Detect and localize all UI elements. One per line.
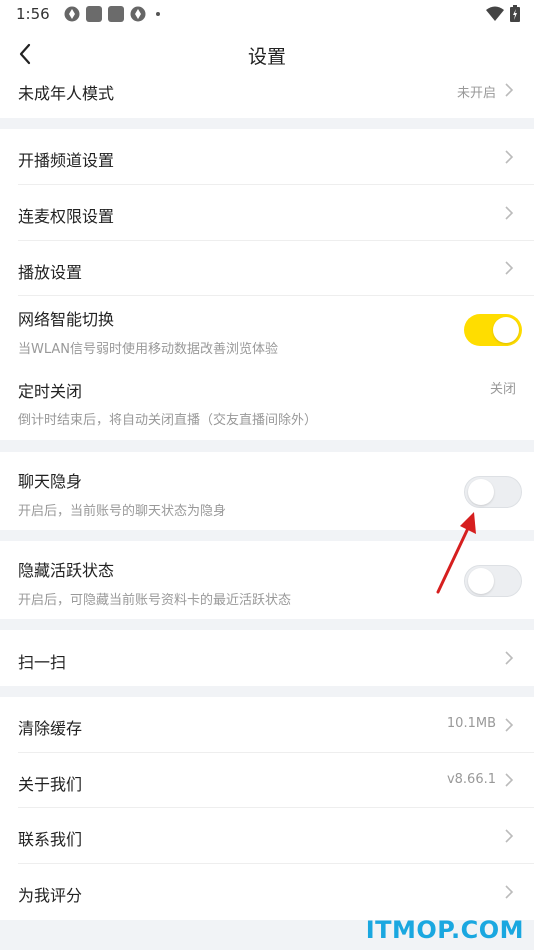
setting-label: 开播频道设置	[18, 151, 115, 170]
cache-size-value: 10.1MB	[446, 716, 496, 731]
setting-rate[interactable]: 为我评分	[0, 864, 534, 920]
setting-label: 隐藏活跃状态	[18, 561, 115, 580]
chevron-right-icon	[505, 206, 514, 220]
setting-channel[interactable]: 开播频道设置	[0, 129, 534, 185]
chevron-right-icon	[505, 718, 514, 732]
setting-playback[interactable]: 播放设置	[0, 241, 534, 296]
setting-label: 网络智能切换	[18, 310, 115, 329]
network-switch-toggle[interactable]	[464, 314, 522, 346]
chevron-right-icon	[505, 829, 514, 843]
setting-value: 未开启	[456, 86, 496, 101]
setting-network-switch: 网络智能切换 当WLAN信号弱时使用移动数据改善浏览体验	[0, 296, 534, 366]
chevron-right-icon	[505, 83, 514, 97]
top-bar: 设置	[0, 28, 534, 80]
chevron-right-icon	[505, 261, 514, 275]
version-value: v8.66.1	[446, 772, 496, 787]
toggle-knob	[468, 479, 494, 505]
setting-description: 开启后，当前账号的聊天状态为隐身	[18, 504, 227, 519]
setting-label: 清除缓存	[18, 719, 83, 738]
battery-icon	[510, 5, 520, 22]
annotation-arrow-icon	[436, 512, 476, 594]
app-notification-icon	[85, 6, 102, 22]
setting-description: 开启后，可隐藏当前账号资料卡的最近活跃状态	[18, 593, 292, 608]
setting-label: 连麦权限设置	[18, 207, 115, 226]
app-notification-icon	[107, 6, 124, 22]
watermark-logo: ITMOP.COM	[365, 916, 524, 944]
setting-timer-off[interactable]: 定时关闭 关闭 倒计时结束后，将自动关闭直播（交友直播间除外）	[0, 366, 534, 440]
status-bar: 1:56	[0, 0, 534, 28]
setting-label: 定时关闭	[18, 382, 83, 401]
setting-label: 未成年人模式	[18, 84, 115, 103]
setting-contact[interactable]: 联系我们	[0, 808, 534, 864]
setting-scan[interactable]: 扫一扫	[0, 630, 534, 686]
page-title: 设置	[247, 46, 286, 68]
chevron-right-icon	[505, 150, 514, 164]
setting-label: 联系我们	[18, 830, 83, 849]
status-time: 1:56	[16, 5, 50, 23]
more-notifications-icon	[155, 12, 160, 16]
wifi-icon	[486, 6, 504, 21]
notification-icons	[64, 6, 160, 22]
setting-connect-mic[interactable]: 连麦权限设置	[0, 185, 534, 241]
setting-description: 倒计时结束后，将自动关闭直播（交友直播间除外）	[18, 413, 318, 428]
setting-label: 聊天隐身	[18, 472, 83, 491]
setting-about[interactable]: 关于我们 v8.66.1	[0, 753, 534, 808]
setting-description: 当WLAN信号弱时使用移动数据改善浏览体验	[18, 342, 279, 357]
chat-invisible-toggle[interactable]	[464, 476, 522, 508]
setting-label: 为我评分	[18, 886, 83, 905]
app-notification-icon	[130, 6, 146, 22]
setting-minor-mode[interactable]: 未成年人模式 未开启	[0, 80, 534, 118]
setting-label: 扫一扫	[18, 653, 67, 672]
setting-clear-cache[interactable]: 清除缓存 10.1MB	[0, 697, 534, 753]
chevron-right-icon	[505, 651, 514, 665]
app-notification-icon	[64, 6, 80, 22]
chevron-right-icon	[505, 773, 514, 787]
toggle-knob	[493, 317, 519, 343]
setting-label: 关于我们	[18, 775, 83, 794]
setting-label: 播放设置	[18, 263, 83, 282]
setting-value: 关闭	[489, 382, 516, 397]
chevron-right-icon	[505, 885, 514, 899]
